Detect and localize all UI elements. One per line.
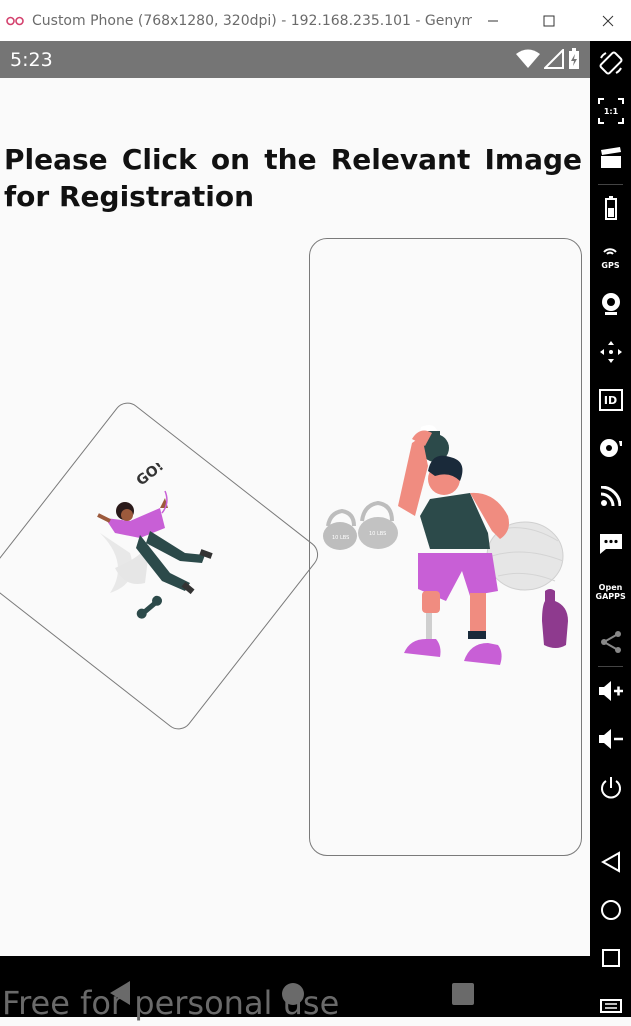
disk-io-button[interactable] (590, 428, 631, 468)
go-text: GO! (134, 463, 167, 489)
rotate-icon (599, 51, 622, 75)
sidebar-home-button[interactable] (590, 890, 631, 930)
remote-control-button[interactable] (590, 332, 631, 372)
disk-icon (599, 439, 622, 457)
clapperboard-icon (600, 147, 621, 168)
minimize-icon (488, 20, 498, 21)
nav-recents-icon[interactable] (451, 982, 475, 1006)
network-button[interactable] (590, 476, 631, 516)
share-icon (600, 631, 621, 653)
pixel-perfect-button[interactable]: 1:1 (590, 91, 631, 131)
close-icon (602, 15, 614, 26)
open-gapps-button[interactable]: Open GAPPS (590, 572, 631, 612)
genymotion-sidebar: 1:1 GPS ID Open GAPPS (590, 41, 631, 1017)
svg-text:10 LBS: 10 LBS (332, 535, 349, 541)
gps-button[interactable]: GPS (590, 236, 631, 276)
menu-icon (599, 999, 622, 1013)
app-screen: Please Click on the Relevant Image for R… (0, 78, 590, 956)
webcam-icon (601, 293, 620, 315)
maximize-button[interactable] (526, 0, 572, 41)
kettlebell-right: 10 LBS (358, 500, 398, 549)
power-button[interactable] (590, 768, 631, 808)
kettlebell-left: 10 LBS (323, 508, 357, 550)
volume-down-icon (598, 729, 623, 749)
window-title: Custom Phone (768x1280, 320dpi) - 192.16… (32, 12, 472, 29)
wifi-icon (516, 49, 540, 68)
capture-button[interactable] (590, 138, 631, 178)
status-bar: 5:23 (0, 41, 590, 78)
status-time: 5:23 (10, 49, 53, 71)
gps-signal-icon (603, 247, 618, 255)
sms-icon (599, 534, 622, 554)
battery-icon (569, 48, 579, 69)
svg-text:1:1: 1:1 (603, 107, 618, 116)
volume-up-button[interactable] (590, 671, 631, 711)
window-title-bar: Custom Phone (768x1280, 320dpi) - 192.16… (0, 0, 631, 41)
open-gapps-label: Open GAPPS (595, 583, 626, 601)
home-circle-icon (600, 900, 621, 920)
page-title: Please Click on the Relevant Image for R… (4, 143, 582, 213)
cellular-signal-icon (544, 49, 564, 69)
person-kettlebell-icon[interactable]: 10 LBS 10 LBS (320, 421, 570, 676)
device-id-button[interactable]: ID (590, 380, 631, 420)
minimize-button[interactable] (470, 0, 516, 41)
genymotion-logo-icon (6, 16, 24, 25)
svg-text:10 LBS: 10 LBS (369, 531, 386, 537)
maximize-icon (543, 15, 555, 26)
volume-down-button[interactable] (590, 719, 631, 759)
person-lying-exercise-icon[interactable]: GO! (70, 463, 240, 643)
move-arrows-icon (599, 341, 622, 363)
volume-up-icon (598, 681, 623, 701)
battery-button[interactable] (590, 188, 631, 228)
sidebar-recents-button[interactable] (590, 938, 631, 978)
watermark-text: Free for personal use (2, 984, 340, 1022)
webcam-button[interactable] (590, 284, 631, 324)
gps-label: GPS (601, 260, 620, 270)
id-label: ID (603, 393, 618, 407)
recents-square-icon (601, 949, 620, 967)
sidebar-menu-button[interactable] (590, 986, 631, 1026)
back-triangle-icon (600, 851, 620, 873)
share-button[interactable] (590, 622, 631, 662)
pixel-perfect-icon: 1:1 (597, 98, 624, 124)
close-button[interactable] (585, 0, 631, 41)
sidebar-back-button[interactable] (590, 842, 631, 882)
sms-button[interactable] (590, 524, 631, 564)
power-icon (600, 777, 621, 799)
rotate-button[interactable] (590, 43, 631, 83)
rss-icon (600, 486, 621, 506)
battery-icon (604, 196, 617, 220)
